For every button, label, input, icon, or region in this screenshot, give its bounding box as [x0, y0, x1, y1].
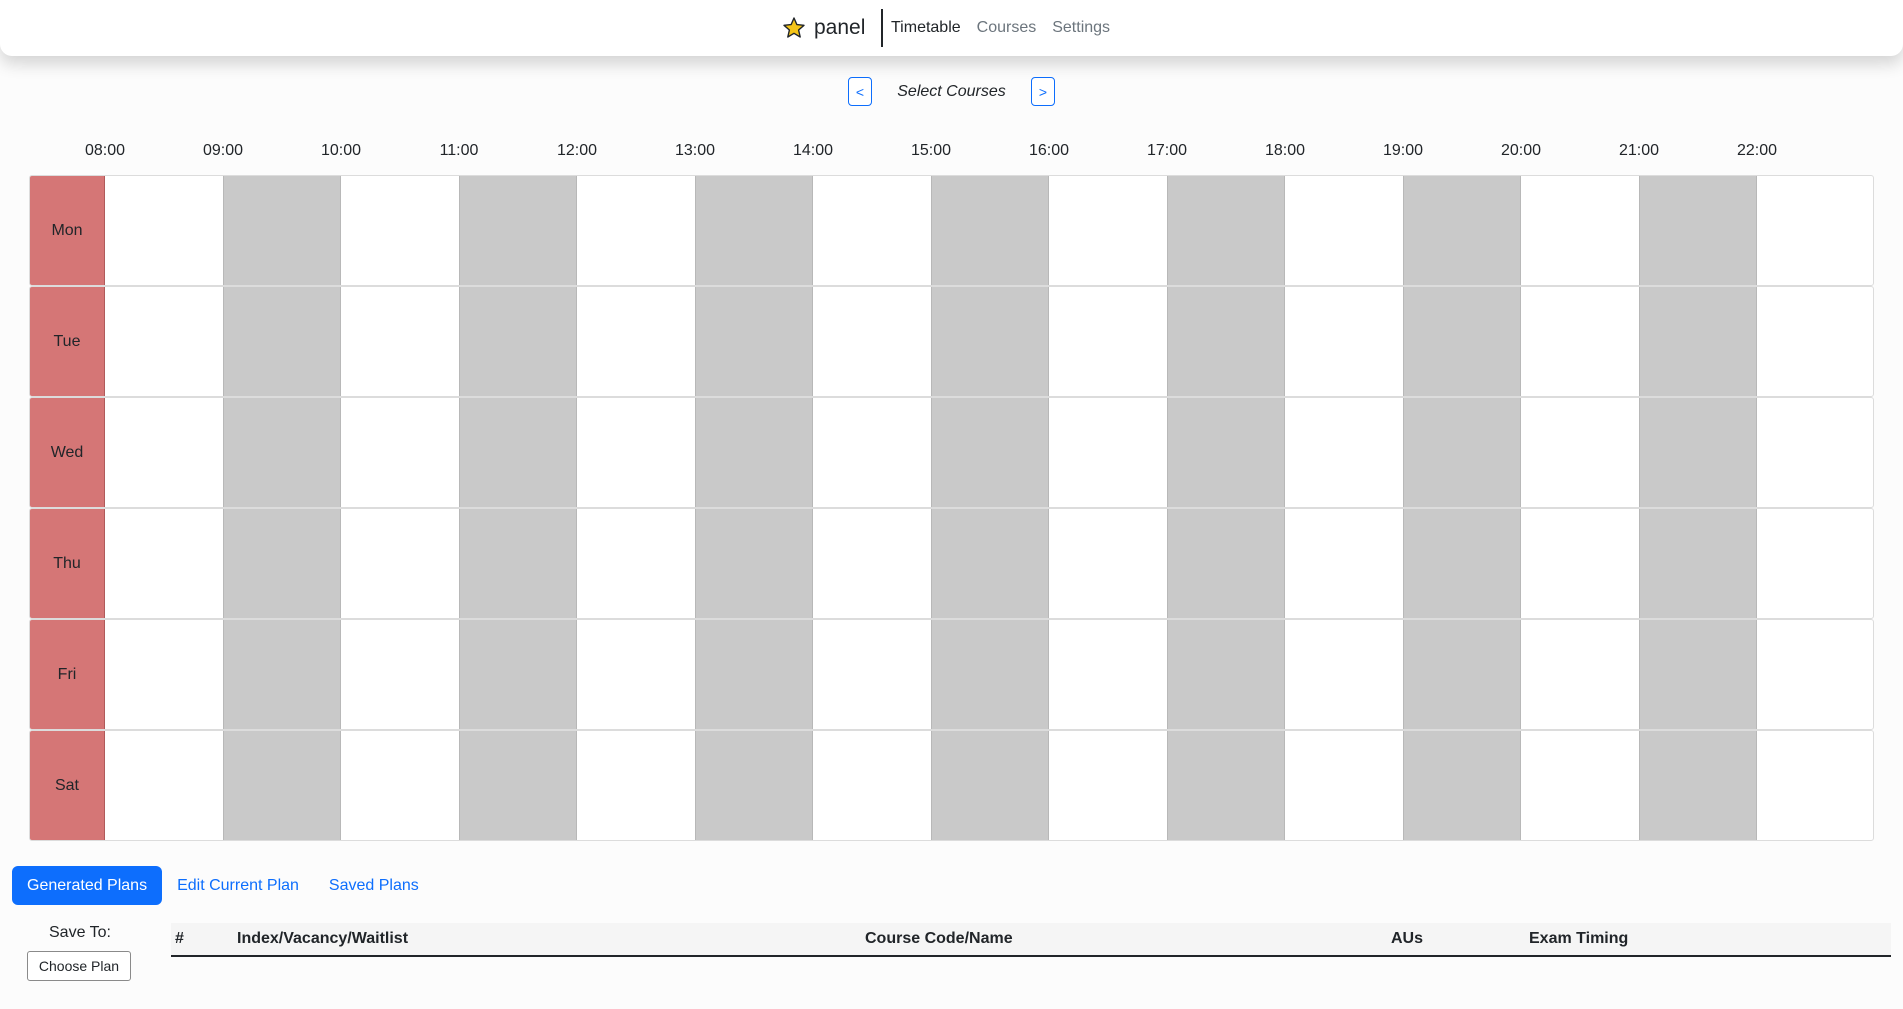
hour-band [1403, 509, 1521, 618]
top-navbar: panel Timetable Courses Settings [0, 0, 1903, 56]
hour-band [459, 509, 577, 618]
time-label: 16:00 [1028, 142, 1070, 159]
hour-band [1403, 176, 1521, 285]
tab-edit-current-plan[interactable]: Edit Current Plan [162, 866, 314, 905]
hour-band [931, 287, 1049, 396]
hour-band [931, 398, 1049, 507]
hour-band [695, 398, 813, 507]
hour-band [223, 509, 341, 618]
day-row: Wed [29, 397, 1874, 508]
time-label: 18:00 [1264, 142, 1306, 159]
time-label: 21:00 [1618, 142, 1660, 159]
hour-band [1639, 176, 1757, 285]
hour-band [1639, 731, 1757, 840]
hour-band [223, 398, 341, 507]
hour-band [1403, 620, 1521, 729]
hour-band [1167, 176, 1285, 285]
hour-band [931, 176, 1049, 285]
col-header-number: # [175, 930, 184, 947]
time-label: 13:00 [674, 142, 716, 159]
col-header-aus: AUs [1391, 930, 1424, 947]
hour-band [223, 620, 341, 729]
brand-name: panel [814, 16, 866, 39]
hour-band [1403, 287, 1521, 396]
day-row: Thu [29, 508, 1874, 619]
next-button[interactable]: > [1031, 77, 1055, 106]
tab-saved-plans[interactable]: Saved Plans [314, 866, 434, 905]
time-label: 12:00 [556, 142, 598, 159]
hour-band [459, 398, 577, 507]
day-label: Sat [30, 731, 105, 840]
hour-band [1639, 287, 1757, 396]
time-label: 09:00 [202, 142, 244, 159]
prev-button[interactable]: < [848, 77, 872, 106]
col-header-exam-timing: Exam Timing [1529, 930, 1629, 947]
hour-band [459, 620, 577, 729]
course-selector: < Select Courses > [848, 76, 1055, 107]
time-label: 11:00 [439, 142, 479, 159]
nav-link-timetable[interactable]: Timetable [891, 19, 961, 37]
hour-band [695, 287, 813, 396]
day-row: Sat [29, 730, 1874, 841]
nav-link-courses[interactable]: Courses [977, 19, 1037, 37]
hour-band [223, 731, 341, 840]
star-icon [782, 16, 806, 40]
hour-band [931, 731, 1049, 840]
time-label: 20:00 [1500, 142, 1542, 159]
hour-band [1167, 731, 1285, 840]
col-header-index: Index/Vacancy/Waitlist [237, 930, 409, 947]
hour-band [1167, 287, 1285, 396]
hour-band [223, 176, 341, 285]
hour-band [695, 731, 813, 840]
day-label: Mon [30, 176, 105, 285]
day-row: Fri [29, 619, 1874, 730]
selector-label: Select Courses [897, 82, 1006, 100]
hour-band [1167, 620, 1285, 729]
hour-band [1167, 509, 1285, 618]
time-label: 10:00 [320, 142, 362, 159]
day-row: Mon [29, 175, 1874, 286]
timetable-grid: Mon Tue Wed Thu Fri Sat [29, 175, 1874, 841]
time-label: 17:00 [1146, 142, 1188, 159]
hour-band [1167, 398, 1285, 507]
hour-band [931, 509, 1049, 618]
hour-band [695, 620, 813, 729]
nav-divider [881, 9, 883, 47]
time-label: 19:00 [1382, 142, 1424, 159]
time-header: 08:00 09:00 10:00 11:00 12:00 13:00 14:00 15:00… [0, 142, 1903, 166]
tab-generated-plans[interactable]: Generated Plans [12, 866, 163, 905]
time-label: 15:00 [910, 142, 952, 159]
hour-band [1403, 398, 1521, 507]
day-label: Wed [30, 398, 105, 507]
hour-band [459, 731, 577, 840]
nav-links: Timetable Courses Settings [891, 0, 1110, 56]
time-label: 08:00 [84, 142, 126, 159]
hour-band [1639, 620, 1757, 729]
day-label: Fri [30, 620, 105, 729]
col-header-course: Course Code/Name [865, 930, 1013, 947]
day-row: Tue [29, 286, 1874, 397]
hour-band [931, 620, 1049, 729]
choose-plan-button[interactable]: Choose Plan [27, 951, 131, 981]
plan-table-header: # Index/Vacancy/Waitlist Course Code/Nam… [171, 923, 1891, 957]
hour-band [459, 176, 577, 285]
brand[interactable]: panel [782, 13, 865, 43]
hour-band [1639, 509, 1757, 618]
time-label: 22:00 [1736, 142, 1778, 159]
hour-band [1639, 398, 1757, 507]
hour-band [695, 509, 813, 618]
hour-band [695, 176, 813, 285]
nav-link-settings[interactable]: Settings [1052, 19, 1110, 37]
plan-tabs: Generated Plans Edit Current Plan Saved … [12, 866, 434, 905]
time-label: 14:00 [792, 142, 834, 159]
day-label: Tue [30, 287, 105, 396]
hour-band [459, 287, 577, 396]
hour-band [223, 287, 341, 396]
day-label: Thu [30, 509, 105, 618]
hour-band [1403, 731, 1521, 840]
save-to-label: Save To: [49, 924, 111, 941]
